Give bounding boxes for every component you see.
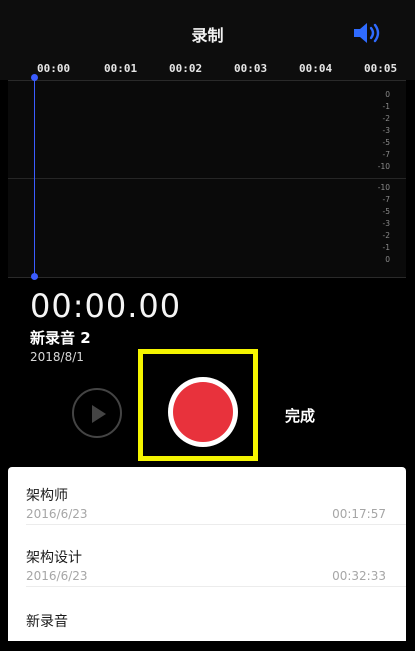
scale-label: -10	[377, 162, 390, 171]
scale-label: -10	[377, 183, 390, 192]
recordings-list[interactable]: 架构师 2016/6/23 00:17:57 架构设计 2016/6/23 00…	[8, 467, 406, 641]
scale-label: -1	[382, 243, 390, 252]
recording-name[interactable]: 新录音 2	[30, 327, 91, 348]
timeline-tick: 00:03	[234, 62, 268, 75]
list-divider	[26, 586, 406, 587]
waveform-midline	[8, 178, 406, 179]
scale-label: -7	[382, 150, 390, 159]
scale-label: -2	[382, 114, 390, 123]
play-icon	[92, 405, 106, 423]
done-button[interactable]: 完成	[285, 405, 315, 426]
list-item[interactable]: 架构师 2016/6/23 00:17:57	[8, 467, 406, 525]
timeline-tick: 00:04	[299, 62, 333, 75]
scale-label: -5	[382, 207, 390, 216]
scale-label: -1	[382, 102, 390, 111]
scale-label: -3	[382, 126, 390, 135]
recording-date: 2018/8/1	[30, 350, 84, 364]
scale-label: -2	[382, 231, 390, 240]
recording-time: 00:00.00	[30, 287, 182, 325]
scale-label: -7	[382, 195, 390, 204]
scale-label: -3	[382, 219, 390, 228]
list-item-duration: 00:17:57	[332, 507, 386, 521]
timeline-tick: 00:00	[37, 62, 71, 75]
list-item-title: 新录音	[26, 614, 68, 630]
list-item[interactable]: 新录音	[8, 593, 406, 651]
waveform-area[interactable]: 0 -1 -2 -3 -5 -7 -10 -10 -7 -5 -3 -2 -1 …	[8, 80, 406, 278]
timeline-tick: 00:02	[169, 62, 203, 75]
timeline-ruler[interactable]: 00:00 00:01 00:02 00:03 00:04 00:05	[0, 62, 415, 80]
scale-label: 0	[385, 90, 390, 99]
list-item-title: 架构设计	[26, 550, 82, 566]
header: 录制	[0, 0, 415, 62]
timeline-tick: 00:05	[364, 62, 398, 75]
timeline-tick: 00:01	[104, 62, 138, 75]
playhead-top-handle[interactable]	[31, 74, 38, 81]
list-item-date: 2016/6/23	[26, 507, 88, 521]
playhead-bottom-handle[interactable]	[31, 273, 38, 280]
record-button-highlight	[138, 349, 258, 461]
scale-label: 0	[385, 255, 390, 264]
list-item[interactable]: 架构设计 2016/6/23 00:32:33	[8, 529, 406, 587]
play-button[interactable]	[72, 388, 122, 438]
speaker-icon[interactable]	[352, 22, 384, 44]
list-divider	[26, 524, 406, 525]
list-item-title: 架构师	[26, 488, 68, 504]
list-item-duration: 00:32:33	[332, 569, 386, 583]
list-item-date: 2016/6/23	[26, 569, 88, 583]
playhead[interactable]	[34, 76, 35, 278]
scale-label: -5	[382, 138, 390, 147]
